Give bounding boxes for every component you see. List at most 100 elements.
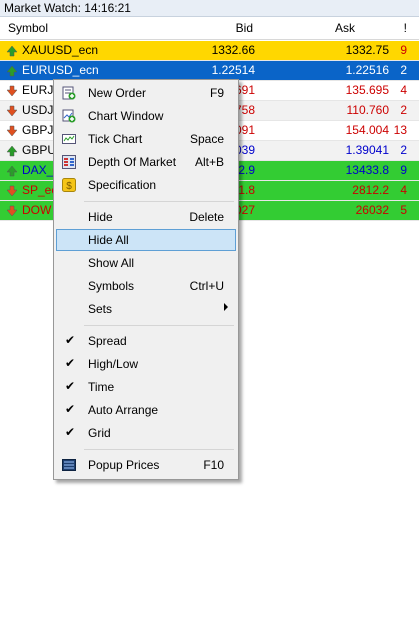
check-icon: ✔ xyxy=(65,356,76,370)
check-icon: ✔ xyxy=(65,333,76,347)
menu-label: Specification xyxy=(88,178,157,192)
ask-cell: 135.695 xyxy=(345,83,389,97)
symbol-cell: GBPU xyxy=(22,143,57,157)
menu-label: Depth Of Market xyxy=(88,155,177,169)
column-spread[interactable]: ! xyxy=(404,21,407,35)
menu-label: Sets xyxy=(88,302,113,316)
arrow-down-icon xyxy=(6,125,18,137)
menu-item-symbols[interactable]: Symbols Ctrl+U xyxy=(56,275,236,297)
menu-item-show-all[interactable]: Show All xyxy=(56,252,236,274)
bid-cell: 1.22514 xyxy=(211,63,255,77)
menu-item-popup-prices[interactable]: Popup Prices F10 xyxy=(56,454,236,476)
menu-item-tick-chart[interactable]: Tick Chart Space xyxy=(56,128,236,150)
menu-label: Spread xyxy=(88,334,127,348)
menu-item-time[interactable]: ✔ Time xyxy=(56,376,236,398)
menu-shortcut: F9 xyxy=(209,86,224,100)
bid-cell: 1.8 xyxy=(238,183,255,197)
menu-label: Show All xyxy=(88,256,135,270)
context-menu: New Order F9 Chart Window Tick Chart Spa… xyxy=(53,79,239,480)
menu-separator xyxy=(84,201,234,202)
menu-label: Popup Prices xyxy=(88,458,160,472)
menu-shortcut: F10 xyxy=(203,458,224,472)
arrow-down-icon xyxy=(6,205,18,217)
arrow-down-icon xyxy=(6,185,18,197)
menu-label: Symbols xyxy=(88,279,135,293)
column-bid[interactable]: Bid xyxy=(236,21,253,35)
menu-item-chart-window[interactable]: Chart Window xyxy=(56,105,236,127)
chart-window-icon xyxy=(62,109,76,123)
menu-item-specification[interactable]: $ Specification xyxy=(56,174,236,196)
menu-shortcut: Ctrl+U xyxy=(189,279,224,293)
bid-cell: 2.9 xyxy=(238,163,255,177)
column-header: Symbol Bid Ask ! xyxy=(0,17,419,40)
ask-cell: 154.004 xyxy=(345,123,389,137)
menu-label: Time xyxy=(88,380,115,394)
symbol-cell: XAUUSD_ecn xyxy=(22,43,99,57)
ask-cell: 1332.75 xyxy=(345,43,389,57)
ask-cell: 110.760 xyxy=(346,103,390,117)
menu-label: Grid xyxy=(88,426,111,440)
spread-cell: 9 xyxy=(400,43,407,57)
menu-label: Tick Chart xyxy=(88,132,143,146)
check-icon: ✔ xyxy=(65,379,76,393)
quote-row[interactable]: XAUUSD_ecn 1332.66 1332.75 9 xyxy=(0,41,419,61)
arrow-down-icon xyxy=(6,105,18,117)
menu-item-hide-all[interactable]: Hide All xyxy=(56,229,236,251)
check-icon: ✔ xyxy=(65,425,76,439)
ask-cell: 26032 xyxy=(355,203,389,217)
spread-cell: 2 xyxy=(400,143,407,157)
symbol-cell: DAX_ xyxy=(22,163,54,177)
menu-shortcut: Space xyxy=(189,132,224,146)
spread-cell: 2 xyxy=(400,103,407,117)
menu-item-spread[interactable]: ✔ Spread xyxy=(56,330,236,352)
symbol-cell: EURUSD_ecn xyxy=(22,63,99,77)
popup-prices-icon xyxy=(62,459,76,471)
depth-of-market-icon xyxy=(62,155,76,169)
tick-chart-icon xyxy=(62,134,76,144)
arrow-up-icon xyxy=(6,145,18,157)
spread-cell: 2 xyxy=(400,63,407,77)
window-title: Market Watch: 14:16:21 xyxy=(4,1,131,15)
menu-label: Hide All xyxy=(88,233,129,247)
menu-item-new-order[interactable]: New Order F9 xyxy=(56,82,236,104)
spread-cell: 9 xyxy=(400,163,407,177)
ask-cell: 13433.8 xyxy=(345,163,389,177)
symbol-cell: DOW xyxy=(22,203,52,217)
arrow-up-icon xyxy=(6,165,18,177)
menu-label: Auto Arrange xyxy=(88,403,159,417)
menu-label: High/Low xyxy=(88,357,139,371)
new-order-icon xyxy=(62,86,76,100)
quote-row[interactable]: EURUSD_ecn 1.22514 1.22516 2 xyxy=(0,61,419,81)
arrow-up-icon xyxy=(6,65,18,77)
menu-item-grid[interactable]: ✔ Grid xyxy=(56,422,236,444)
check-icon: ✔ xyxy=(65,402,76,416)
market-watch-titlebar: Market Watch: 14:16:21 xyxy=(0,0,419,17)
ask-cell: 1.39041 xyxy=(345,143,389,157)
ask-cell: 2812.2 xyxy=(352,183,389,197)
column-symbol[interactable]: Symbol xyxy=(8,21,48,35)
menu-label: Hide xyxy=(88,210,113,224)
menu-item-auto-arrange[interactable]: ✔ Auto Arrange xyxy=(56,399,236,421)
arrow-up-icon xyxy=(6,45,18,57)
column-ask[interactable]: Ask xyxy=(335,21,355,35)
menu-shortcut: Delete xyxy=(189,210,224,224)
menu-shortcut: Alt+B xyxy=(194,155,224,169)
svg-text:$: $ xyxy=(66,181,72,192)
spread-cell: 5 xyxy=(400,203,407,217)
menu-label: Chart Window xyxy=(88,109,164,123)
bid-cell: 1332.66 xyxy=(211,43,255,57)
menu-item-hide[interactable]: Hide Delete xyxy=(56,206,236,228)
menu-separator xyxy=(84,325,234,326)
menu-label: New Order xyxy=(88,86,147,100)
menu-separator xyxy=(84,449,234,450)
spread-cell: 13 xyxy=(393,123,407,137)
ask-cell: 1.22516 xyxy=(345,63,389,77)
arrow-down-icon xyxy=(6,85,18,97)
menu-item-sets[interactable]: Sets xyxy=(56,298,236,320)
specification-icon: $ xyxy=(62,178,76,192)
spread-cell: 4 xyxy=(400,83,407,97)
menu-item-high-low[interactable]: ✔ High/Low xyxy=(56,353,236,375)
submenu-arrow-icon xyxy=(224,303,228,311)
spread-cell: 4 xyxy=(400,183,407,197)
menu-item-depth-of-market[interactable]: Depth Of Market Alt+B xyxy=(56,151,236,173)
